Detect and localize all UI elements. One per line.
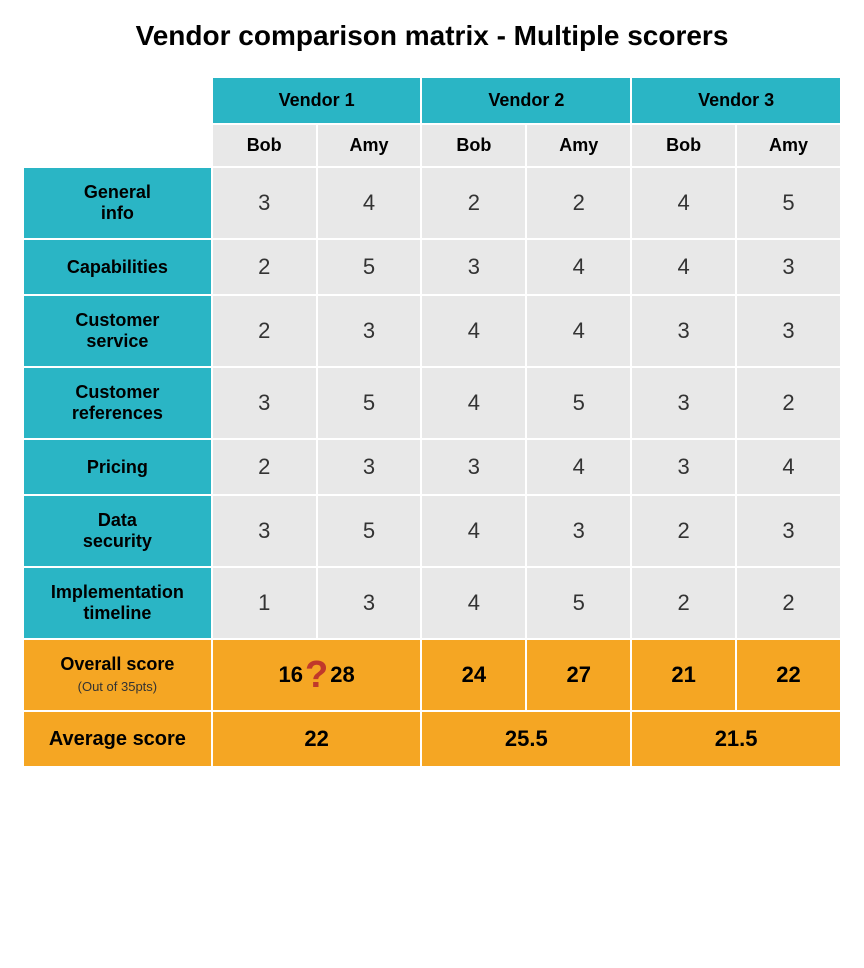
cell-r0-v1-s0: 2 [421, 167, 526, 239]
cell-r0-v2-s1: 5 [736, 167, 841, 239]
row-label-6: Implementationtimeline [23, 567, 212, 639]
cell-r2-v1-s0: 4 [421, 295, 526, 367]
data-row-5: Datasecurity354323 [23, 495, 841, 567]
cell-r5-v0-s1: 5 [317, 495, 422, 567]
overall-v3-bob: 21 [631, 639, 736, 711]
cell-r2-v1-s1: 4 [526, 295, 631, 367]
row-label-3: Customerreferences [23, 367, 212, 439]
cell-r1-v1-s1: 4 [526, 239, 631, 295]
overall-label: Overall score (Out of 35pts) [23, 639, 212, 711]
row-label-0: Generalinfo [23, 167, 212, 239]
overall-v2-amy: 27 [526, 639, 631, 711]
empty-scorer [23, 124, 212, 167]
empty-corner [23, 77, 212, 124]
data-row-6: Implementationtimeline134522 [23, 567, 841, 639]
page-wrapper: Vendor comparison matrix - Multiple scor… [22, 20, 842, 768]
overall-v2-bob: 24 [421, 639, 526, 711]
avg-vendor3: 21.5 [631, 711, 841, 767]
cell-r0-v0-s0: 3 [212, 167, 317, 239]
cell-r2-v2-s0: 3 [631, 295, 736, 367]
cell-r6-v0-s0: 1 [212, 567, 317, 639]
row-label-1: Capabilities [23, 239, 212, 295]
overall-sublabel: (Out of 35pts) [78, 679, 157, 694]
cell-r3-v2-s1: 2 [736, 367, 841, 439]
cell-r2-v0-s1: 3 [317, 295, 422, 367]
avg-label: Average score [23, 711, 212, 767]
cell-r5-v1-s0: 4 [421, 495, 526, 567]
cell-r6-v0-s1: 3 [317, 567, 422, 639]
cell-r6-v2-s1: 2 [736, 567, 841, 639]
cell-r3-v0-s1: 5 [317, 367, 422, 439]
overall-v3-amy: 22 [736, 639, 841, 711]
matrix-table: Vendor 1 Vendor 2 Vendor 3 Bob Amy Bob A… [22, 76, 842, 768]
cell-r5-v0-s0: 3 [212, 495, 317, 567]
cell-r5-v2-s0: 2 [631, 495, 736, 567]
overall-v1-amy: 28 [330, 662, 354, 688]
data-row-4: Pricing233434 [23, 439, 841, 495]
overall-v1-bob: 16 [279, 662, 303, 688]
cell-r5-v2-s1: 3 [736, 495, 841, 567]
cell-r3-v0-s0: 3 [212, 367, 317, 439]
overall-vendor1: 16 ? 28 [212, 639, 422, 711]
average-score-row: Average score 22 25.5 21.5 [23, 711, 841, 767]
data-row-0: Generalinfo342245 [23, 167, 841, 239]
vendor1-header: Vendor 1 [212, 77, 422, 124]
overall-score-row: Overall score (Out of 35pts) 16 ? 28 24 … [23, 639, 841, 711]
cell-r6-v2-s0: 2 [631, 567, 736, 639]
v2-amy-header: Amy [526, 124, 631, 167]
cell-r6-v1-s1: 5 [526, 567, 631, 639]
cell-r4-v1-s1: 4 [526, 439, 631, 495]
cell-r3-v1-s0: 4 [421, 367, 526, 439]
cell-r1-v2-s1: 3 [736, 239, 841, 295]
cell-r1-v2-s0: 4 [631, 239, 736, 295]
cell-r1-v0-s0: 2 [212, 239, 317, 295]
cell-r1-v0-s1: 5 [317, 239, 422, 295]
cell-r0-v1-s1: 2 [526, 167, 631, 239]
cell-r4-v2-s1: 4 [736, 439, 841, 495]
cell-r5-v1-s1: 3 [526, 495, 631, 567]
cell-r3-v1-s1: 5 [526, 367, 631, 439]
cell-r0-v2-s0: 4 [631, 167, 736, 239]
cell-r4-v0-s1: 3 [317, 439, 422, 495]
row-label-2: Customerservice [23, 295, 212, 367]
cell-r4-v1-s0: 3 [421, 439, 526, 495]
cell-r1-v1-s0: 3 [421, 239, 526, 295]
v1-bob-header: Bob [212, 124, 317, 167]
page-title: Vendor comparison matrix - Multiple scor… [22, 20, 842, 52]
cell-r4-v0-s0: 2 [212, 439, 317, 495]
overall-label-text: Overall score [60, 654, 174, 674]
cell-r3-v2-s0: 3 [631, 367, 736, 439]
avg-vendor2: 25.5 [421, 711, 631, 767]
v3-bob-header: Bob [631, 124, 736, 167]
overall-v1-content: 16 ? 28 [221, 656, 413, 694]
cell-r4-v2-s0: 3 [631, 439, 736, 495]
v3-amy-header: Amy [736, 124, 841, 167]
row-label-4: Pricing [23, 439, 212, 495]
v2-bob-header: Bob [421, 124, 526, 167]
data-row-3: Customerreferences354532 [23, 367, 841, 439]
data-row-2: Customerservice234433 [23, 295, 841, 367]
cell-r6-v1-s0: 4 [421, 567, 526, 639]
cell-r2-v2-s1: 3 [736, 295, 841, 367]
question-mark-icon: ? [305, 656, 328, 694]
data-row-1: Capabilities253443 [23, 239, 841, 295]
avg-vendor1: 22 [212, 711, 422, 767]
v1-amy-header: Amy [317, 124, 422, 167]
vendor2-header: Vendor 2 [421, 77, 631, 124]
cell-r0-v0-s1: 4 [317, 167, 422, 239]
cell-r2-v0-s0: 2 [212, 295, 317, 367]
row-label-5: Datasecurity [23, 495, 212, 567]
vendor3-header: Vendor 3 [631, 77, 841, 124]
